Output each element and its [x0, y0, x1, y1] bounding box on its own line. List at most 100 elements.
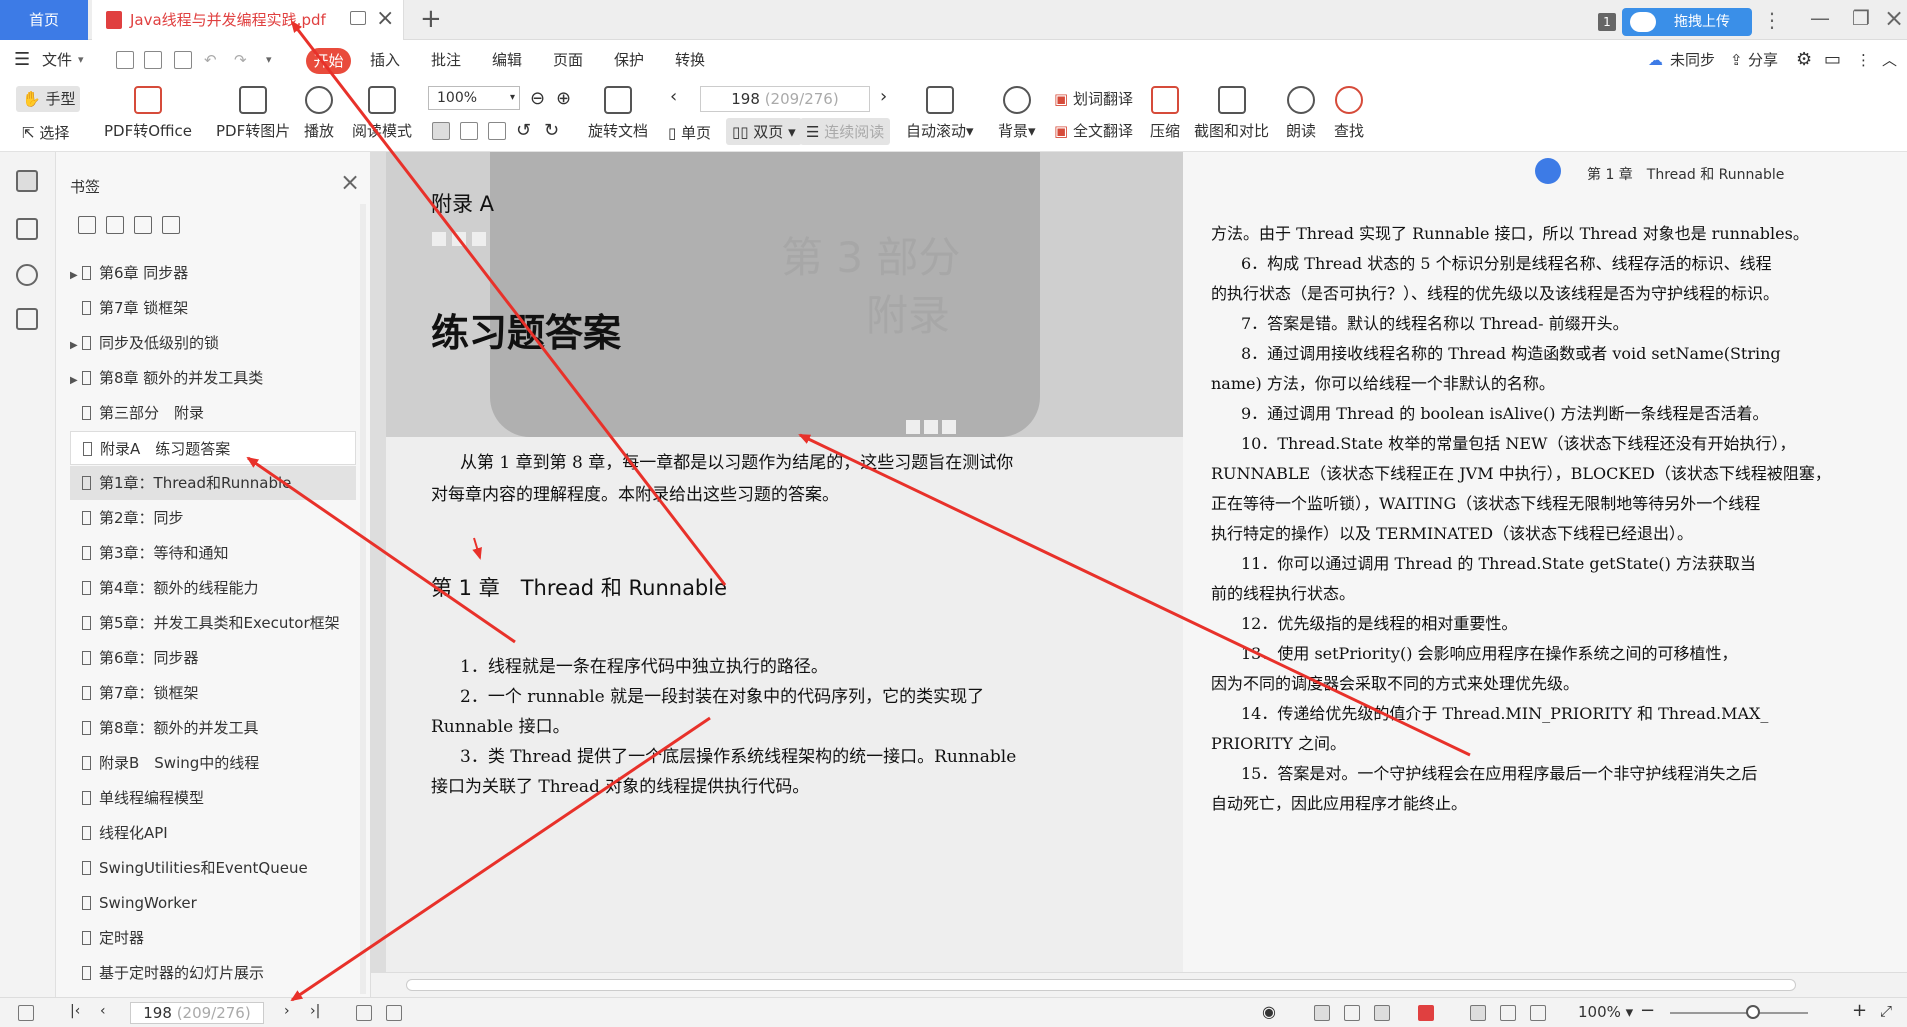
read-mode-button[interactable]: 阅读模式: [352, 86, 412, 141]
chevron-down-icon[interactable]: ▾: [78, 40, 84, 80]
float-window-icon[interactable]: [350, 11, 366, 25]
select-tool-button[interactable]: ⇱ 选择: [22, 122, 69, 143]
bookmark-item[interactable]: ▶ 同步及低级别的锁: [70, 326, 356, 360]
collapse-ribbon-icon[interactable]: ︿: [1882, 40, 1897, 80]
bookmark-item[interactable]: 第7章：锁框架: [70, 676, 356, 710]
settings-icon[interactable]: ⚙: [1796, 40, 1812, 80]
next-page-status-icon[interactable]: ›: [284, 1003, 290, 1019]
fit-width-status-icon[interactable]: [1530, 1005, 1546, 1021]
menu-file[interactable]: 文件: [42, 40, 72, 80]
fit-page-status-icon[interactable]: [1500, 1005, 1516, 1021]
menu-page[interactable]: 页面: [553, 40, 583, 80]
tab-document[interactable]: Java线程与并发编程实践.pdf ×: [92, 0, 404, 40]
document-viewer[interactable]: 附录 A 第 3 部分 附录 练习题答案 从第 1 章到第 8 章，每一章都是以…: [371, 152, 1907, 997]
bookmark-item[interactable]: SwingUtilities和EventQueue: [70, 851, 356, 885]
read-aloud-button[interactable]: 朗读: [1286, 86, 1316, 141]
bookmark-item[interactable]: 附录B Swing中的线程: [70, 746, 356, 780]
status-zoom[interactable]: 100% ▾: [1578, 1003, 1633, 1021]
zoom-in-status-icon[interactable]: +: [1852, 1000, 1867, 1021]
full-translate-button[interactable]: ▣ 全文翻译: [1054, 120, 1133, 141]
background-button[interactable]: 背景▾: [998, 86, 1036, 141]
next-page-icon[interactable]: ›: [880, 86, 887, 107]
continuous-view-icon[interactable]: [1314, 1005, 1330, 1021]
undo-icon[interactable]: ↶: [204, 40, 217, 80]
horizontal-scrollbar[interactable]: [371, 972, 1907, 997]
actual-size-status-icon[interactable]: [1470, 1005, 1486, 1021]
add-bookmark-icon[interactable]: [134, 216, 152, 234]
scrollbar-thumb[interactable]: [406, 979, 1796, 991]
expand-all-icon[interactable]: [78, 216, 96, 234]
pdf-to-office-button[interactable]: PDF转Office: [104, 86, 192, 141]
bookmark-scrollbar[interactable]: [360, 204, 366, 994]
sidebar-toggle-icon[interactable]: [18, 1005, 34, 1021]
zoom-slider-handle[interactable]: [1746, 1005, 1760, 1019]
expand-arrow-icon[interactable]: ▶: [70, 329, 82, 360]
play-button[interactable]: 播放: [304, 86, 334, 141]
hand-tool-button[interactable]: ✋ 手型: [16, 86, 80, 112]
bookmark-item[interactable]: 第3章：等待和通知: [70, 536, 356, 570]
auto-scroll-button[interactable]: 自动滚动▾: [906, 86, 974, 141]
bookmark-item[interactable]: 基于定时器的幻灯片展示: [70, 956, 356, 990]
attachment-icon[interactable]: [16, 264, 38, 286]
fit-width-icon[interactable]: [488, 122, 506, 140]
print-icon[interactable]: [174, 51, 192, 69]
pdf-to-image-button[interactable]: PDF转图片: [216, 86, 290, 141]
double-view-icon[interactable]: [1374, 1005, 1390, 1021]
quick-access-chevron-icon[interactable]: ▾: [266, 40, 272, 80]
rotate-right-icon[interactable]: ↻: [544, 120, 559, 141]
bookmark-item[interactable]: 第6章：同步器: [70, 641, 356, 675]
find-button[interactable]: 查找: [1334, 86, 1364, 141]
bookmark-item[interactable]: 第三部分 附录: [70, 396, 356, 430]
bookmark-panel-icon[interactable]: [16, 170, 38, 192]
more-icon[interactable]: ⋮: [1762, 8, 1782, 32]
page-number-input[interactable]: 198 (209/276): [700, 86, 870, 112]
new-tab-button[interactable]: +: [420, 4, 442, 34]
actual-size-icon[interactable]: [432, 122, 450, 140]
bookmark-item[interactable]: 第5章：并发工具类和Executor框架: [70, 606, 356, 640]
thumbnail-panel-icon[interactable]: [16, 218, 38, 240]
rotate-left-icon[interactable]: ↺: [516, 120, 531, 141]
rotate-document-button[interactable]: 旋转文档: [588, 86, 648, 141]
zoom-slider[interactable]: [1670, 1012, 1808, 1014]
bookmark-item[interactable]: 定时器: [70, 921, 356, 955]
share-button[interactable]: 分享: [1748, 40, 1778, 80]
bookmark-item[interactable]: 单线程编程模型: [70, 781, 356, 815]
single-page-button[interactable]: ▯ 单页: [668, 122, 711, 143]
status-page-input[interactable]: 198 (209/276): [130, 1002, 264, 1024]
bookmark-item[interactable]: ▶ 第6章 同步器: [70, 256, 356, 290]
bookmark-item[interactable]: 第1章：Thread和Runnable: [70, 466, 356, 500]
close-tab-icon[interactable]: ×: [376, 6, 394, 31]
hamburger-icon[interactable]: ☰: [14, 40, 30, 80]
bookmark-item[interactable]: 第2章：同步: [70, 501, 356, 535]
menu-protect[interactable]: 保护: [614, 40, 644, 80]
menu-annotate[interactable]: 批注: [431, 40, 461, 80]
menu-edit[interactable]: 编辑: [492, 40, 522, 80]
bookmark-item[interactable]: 第7章 锁框架: [70, 291, 356, 325]
open-folder-icon[interactable]: [116, 51, 134, 69]
compress-button[interactable]: 压缩: [1150, 86, 1180, 141]
bookmark-item[interactable]: SwingWorker: [70, 886, 356, 920]
zoom-select[interactable]: 100% ▾: [428, 86, 520, 110]
forward-icon[interactable]: [386, 1005, 402, 1021]
word-translate-button[interactable]: ▣ 划词翻译: [1054, 88, 1133, 109]
zoom-out-icon[interactable]: ⊖: [530, 88, 545, 109]
eye-icon[interactable]: ◉: [1262, 1002, 1276, 1021]
close-window-icon[interactable]: ×: [1884, 4, 1904, 32]
close-panel-icon[interactable]: ×: [340, 168, 360, 196]
sync-status[interactable]: 未同步: [1670, 40, 1715, 80]
bookmark-item[interactable]: 附录A 练习题答案: [70, 431, 356, 465]
zoom-in-icon[interactable]: ⊕: [556, 88, 571, 109]
double-page-button[interactable]: ▯▯ 双页 ▾: [726, 118, 802, 145]
remove-bookmark-icon[interactable]: [162, 216, 180, 234]
bookmark-item[interactable]: 第4章：额外的线程能力: [70, 571, 356, 605]
fullscreen-icon[interactable]: ⤢: [1880, 1002, 1892, 1020]
signature-icon[interactable]: [16, 308, 38, 330]
zoom-out-status-icon[interactable]: −: [1640, 1000, 1655, 1021]
upload-button[interactable]: 拖拽上传: [1622, 8, 1752, 36]
collapse-all-icon[interactable]: [106, 216, 124, 234]
tab-home[interactable]: 首页: [0, 0, 88, 40]
bookmark-item[interactable]: 第8章：额外的并发工具: [70, 711, 356, 745]
continuous-read-button[interactable]: ☰ 连续阅读: [800, 118, 891, 145]
fit-page-icon[interactable]: [460, 122, 478, 140]
minimize-icon[interactable]: —: [1810, 6, 1830, 30]
